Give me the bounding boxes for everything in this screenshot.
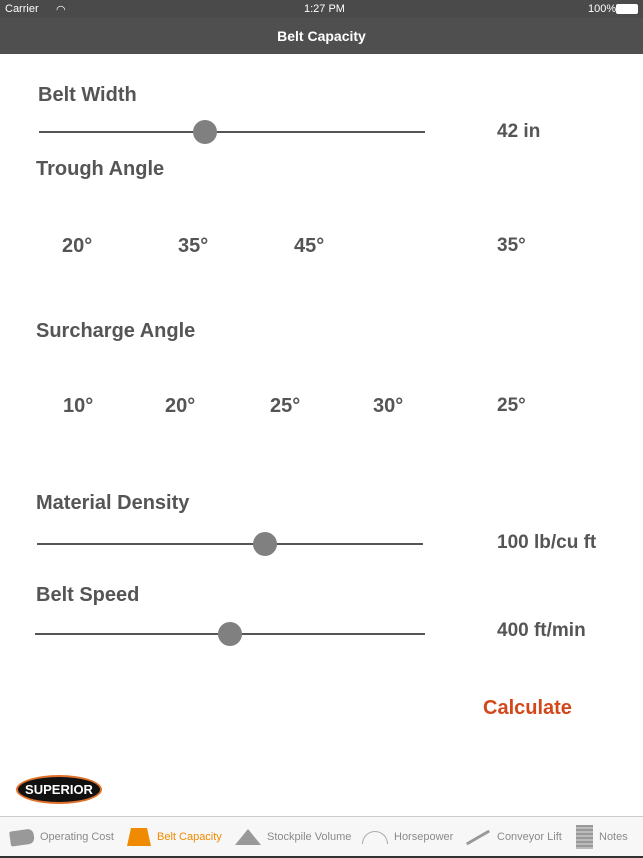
surcharge-option[interactable]: 25° — [270, 395, 300, 418]
tab-operating-cost[interactable]: Operating Cost — [9, 817, 114, 857]
carrier: Carrier — [5, 3, 39, 15]
trough-angle-label: Trough Angle — [36, 158, 165, 180]
battery-percent: 100% — [588, 3, 617, 15]
gauge-icon — [362, 830, 388, 844]
tab-horsepower[interactable]: Horsepower — [362, 817, 453, 857]
time: 1:27 PM — [304, 3, 345, 15]
wifi-icon: ◠ — [56, 4, 66, 16]
trough-angle-value: 35° — [497, 235, 526, 256]
belt-speed-value: 400 ft/min — [497, 620, 586, 641]
surcharge-option[interactable]: 10° — [63, 395, 93, 418]
slider-thumb[interactable] — [252, 532, 277, 556]
belt-speed-label: Belt Speed — [36, 584, 140, 606]
surcharge-angle-label: Surcharge Angle — [36, 320, 196, 342]
belt-width-label: Belt Width — [38, 84, 137, 106]
trough-option[interactable]: 35° — [178, 235, 208, 258]
material-density-label: Material Density — [36, 492, 190, 514]
trough-option[interactable]: 45° — [294, 235, 324, 258]
nav-title: Belt Capacity — [0, 18, 643, 54]
weight-icon — [127, 828, 151, 846]
battery-icon — [616, 4, 638, 14]
belt-width-value: 42 in — [497, 121, 541, 142]
trough-option[interactable]: 20° — [62, 235, 92, 258]
material-density-slider[interactable] — [37, 532, 423, 556]
tag-icon — [9, 827, 35, 847]
tab-conveyor-lift[interactable]: Conveyor Lift — [465, 817, 562, 857]
notes-icon — [576, 825, 593, 849]
tab-notes[interactable]: Notes — [576, 817, 628, 857]
surcharge-option[interactable]: 30° — [373, 395, 403, 418]
superior-logo: SUPERIOR — [16, 775, 102, 804]
pile-icon — [235, 829, 261, 845]
slider-thumb[interactable] — [218, 622, 242, 646]
tab-stockpile-volume[interactable]: Stockpile Volume — [235, 817, 351, 857]
incline-icon — [465, 829, 491, 845]
tab-belt-capacity[interactable]: Belt Capacity — [127, 817, 222, 857]
surcharge-angle-value: 25° — [497, 395, 526, 416]
material-density-value: 100 lb/cu ft — [497, 532, 597, 553]
surcharge-option[interactable]: 20° — [165, 395, 195, 418]
tab-bar: Operating Cost Belt Capacity Stockpile V… — [0, 816, 643, 858]
calculate-button[interactable]: Calculate — [483, 697, 572, 720]
slider-thumb[interactable] — [192, 120, 217, 144]
belt-speed-slider[interactable] — [35, 622, 425, 646]
belt-width-slider[interactable] — [39, 120, 425, 144]
status-bar: Carrier ◠ 1:27 PM 100% — [0, 0, 643, 18]
